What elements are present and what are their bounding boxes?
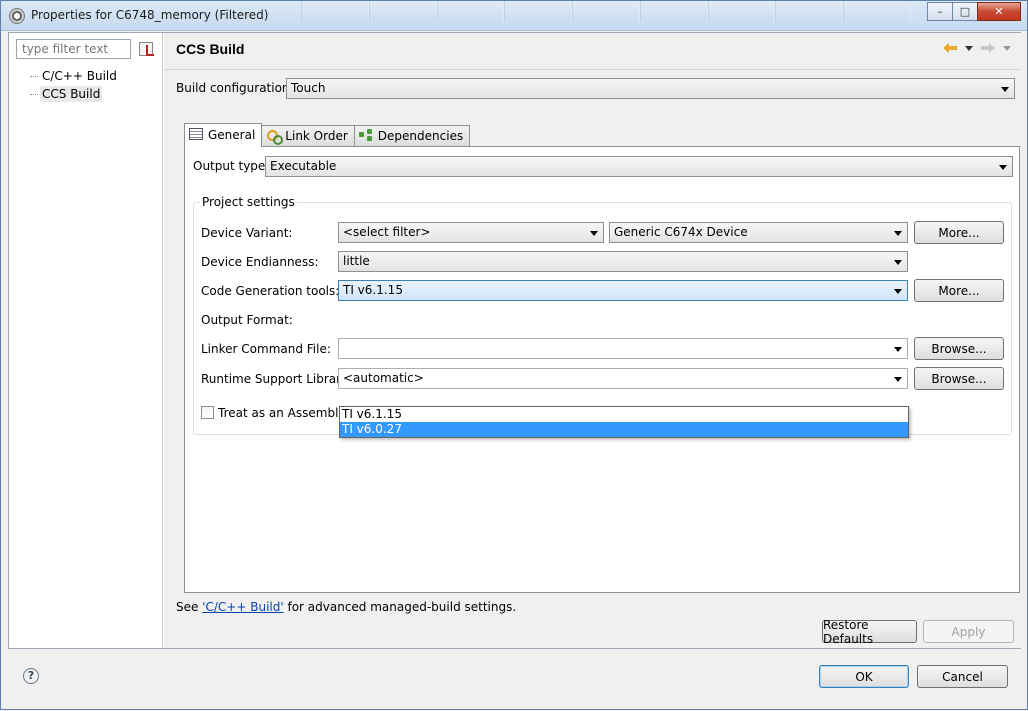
app-gear-icon: [9, 8, 25, 24]
endianness-select[interactable]: little: [338, 251, 908, 272]
build-config-label: Build configuration:: [176, 81, 294, 95]
rts-library-input[interactable]: <automatic>: [338, 368, 908, 389]
codegen-more-button[interactable]: More...: [914, 279, 1004, 302]
window-controls: – □ ✕: [927, 2, 1021, 21]
tab-label: General: [208, 128, 256, 142]
forward-arrow-icon[interactable]: [981, 43, 995, 53]
settings-pane: CCS Build Build configuration: Touch Gen…: [164, 33, 1021, 648]
output-type-select[interactable]: Executable: [265, 156, 1013, 177]
device-filter-value: <select filter>: [343, 225, 431, 239]
tab-general[interactable]: General: [184, 123, 263, 147]
general-tab-panel: Output type: Executable Project settings…: [184, 146, 1020, 593]
back-arrow-icon[interactable]: [943, 43, 957, 53]
tab-label: Dependencies: [377, 129, 464, 143]
filter-input[interactable]: [16, 39, 131, 59]
cpp-build-link[interactable]: 'C/C++ Build': [202, 600, 283, 614]
close-button[interactable]: ✕: [977, 2, 1021, 21]
general-tab-icon: [189, 128, 203, 140]
ok-button[interactable]: OK: [819, 665, 909, 688]
linker-browse-button[interactable]: Browse...: [914, 337, 1004, 360]
codegen-option-highlighted[interactable]: TI v6.0.27: [340, 422, 908, 437]
output-type-value: Executable: [270, 159, 337, 173]
rts-library-label: Runtime Support Library:: [201, 372, 352, 386]
properties-dialog: Properties for C6748_memory (Filtered) –…: [0, 0, 1028, 710]
history-navigation: [943, 43, 1015, 53]
header-divider: [164, 69, 1021, 70]
tree-item-label: CCS Build: [40, 86, 103, 102]
window-title: Properties for C6748_memory (Filtered): [31, 8, 269, 22]
device-variant-select[interactable]: Generic C674x Device: [609, 222, 908, 243]
codegen-tools-dropdown: TI v6.1.15 TI v6.0.27: [339, 406, 909, 438]
tree-item-label: C/C++ Build: [42, 69, 117, 83]
tree-item-cpp-build[interactable]: C/C++ Build: [27, 67, 119, 85]
apply-button[interactable]: Apply: [923, 620, 1014, 643]
linker-cmd-input[interactable]: [338, 338, 908, 359]
forward-menu-chevron-icon[interactable]: [1003, 45, 1011, 51]
device-variant-label: Device Variant:: [201, 226, 293, 240]
device-more-button[interactable]: More...: [914, 221, 1004, 244]
note-suffix: for advanced managed-build settings.: [283, 600, 517, 614]
codegen-tools-value: TI v6.1.15: [343, 283, 403, 297]
title-bar: Properties for C6748_memory (Filtered) –…: [1, 1, 1027, 31]
help-icon[interactable]: ?: [23, 668, 39, 684]
restore-defaults-button[interactable]: Restore Defaults: [822, 618, 917, 646]
codegen-option[interactable]: TI v6.1.15: [340, 407, 908, 422]
tab-link-order[interactable]: Link Order: [261, 125, 355, 147]
preference-tree-pane: C/C++ Build CCS Build: [9, 33, 163, 648]
dependencies-icon: [358, 129, 373, 141]
dialog-button-bar: ? OK Cancel: [1, 649, 1028, 711]
preference-tree: C/C++ Build CCS Build: [27, 67, 119, 103]
tab-bar: General Link Order Dependencies: [184, 123, 471, 147]
endianness-label: Device Endianness:: [201, 255, 319, 269]
page-title: CCS Build: [176, 41, 245, 57]
assembly-only-checkbox[interactable]: [201, 406, 214, 419]
rts-browse-button[interactable]: Browse...: [914, 367, 1004, 390]
cancel-button[interactable]: Cancel: [917, 665, 1008, 688]
output-format-label: Output Format:: [201, 313, 293, 327]
tab-label: Link Order: [285, 129, 348, 143]
tree-item-ccs-build[interactable]: CCS Build: [27, 85, 119, 103]
codegen-tools-label: Code Generation tools:: [201, 284, 340, 298]
tab-dependencies[interactable]: Dependencies: [353, 125, 471, 147]
managed-build-note: See 'C/C++ Build' for advanced managed-b…: [176, 600, 516, 614]
project-settings-group: Project settings Device Variant: <select…: [193, 195, 1012, 435]
clear-filter-icon[interactable]: [139, 42, 154, 56]
maximize-button[interactable]: □: [952, 2, 978, 21]
minimize-button[interactable]: –: [927, 2, 953, 21]
link-order-icon: [266, 129, 284, 145]
device-variant-value: Generic C674x Device: [614, 225, 748, 239]
device-filter-select[interactable]: <select filter>: [338, 222, 604, 243]
linker-cmd-label: Linker Command File:: [201, 342, 331, 356]
group-title: Project settings: [200, 195, 297, 209]
dialog-content: C/C++ Build CCS Build CCS Build Build co…: [8, 32, 1021, 649]
note-prefix: See: [176, 600, 203, 614]
output-type-label: Output type:: [193, 159, 270, 173]
back-menu-chevron-icon[interactable]: [965, 45, 973, 51]
codegen-tools-select[interactable]: TI v6.1.15: [338, 280, 908, 301]
endianness-value: little: [343, 254, 370, 268]
background-ribbon: [301, 1, 912, 23]
build-config-value: Touch: [291, 81, 326, 95]
build-config-select[interactable]: Touch: [286, 78, 1015, 99]
rts-library-value: <automatic>: [343, 371, 424, 385]
